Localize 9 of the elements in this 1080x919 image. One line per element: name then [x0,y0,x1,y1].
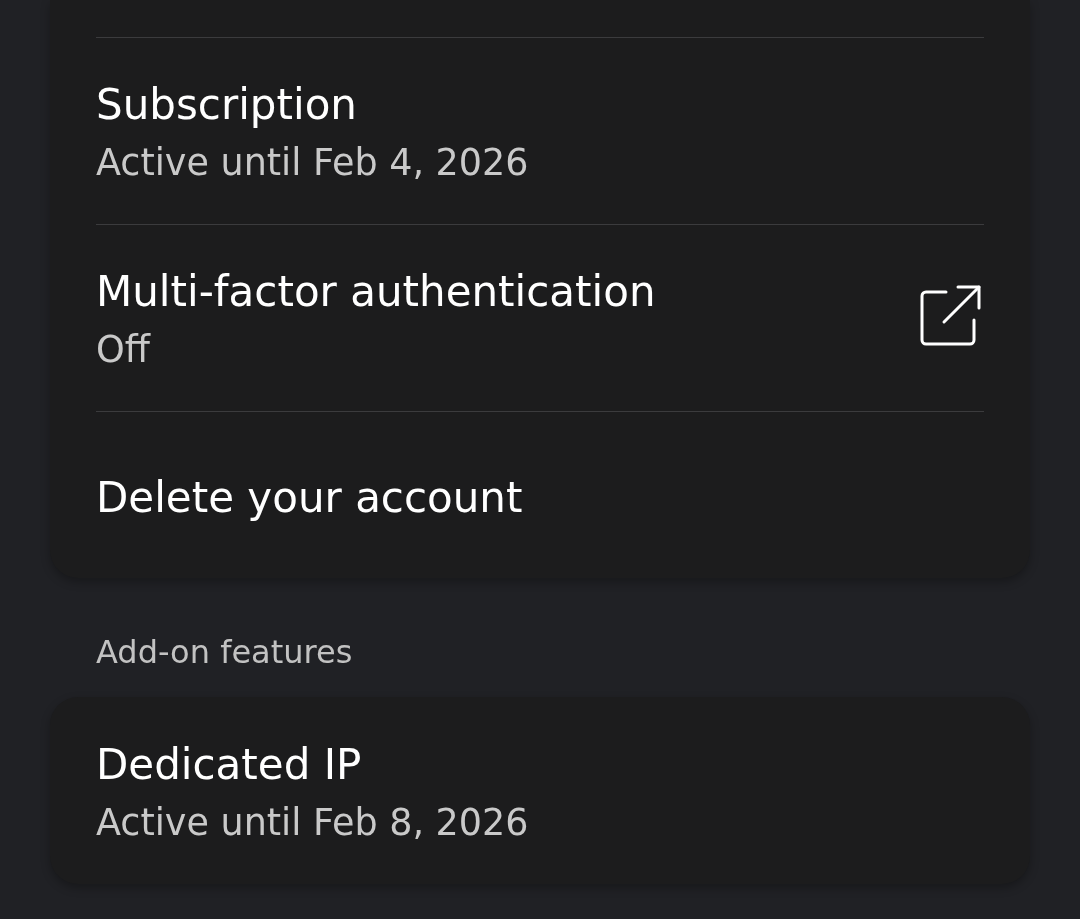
section-heading: Add-on features [96,632,353,672]
row-title: Subscription [96,79,358,131]
external-link-icon[interactable] [920,284,982,346]
row-status: Active until Feb 8, 2026 [96,799,529,846]
row-status: Active until Feb 4, 2026 [96,140,529,186]
row-status: Off [96,327,152,373]
row-title: Dedicated IP [96,738,363,791]
action-label[interactable]: Delete your account [96,469,523,527]
row-title: Multi-factor authentication [96,266,656,318]
